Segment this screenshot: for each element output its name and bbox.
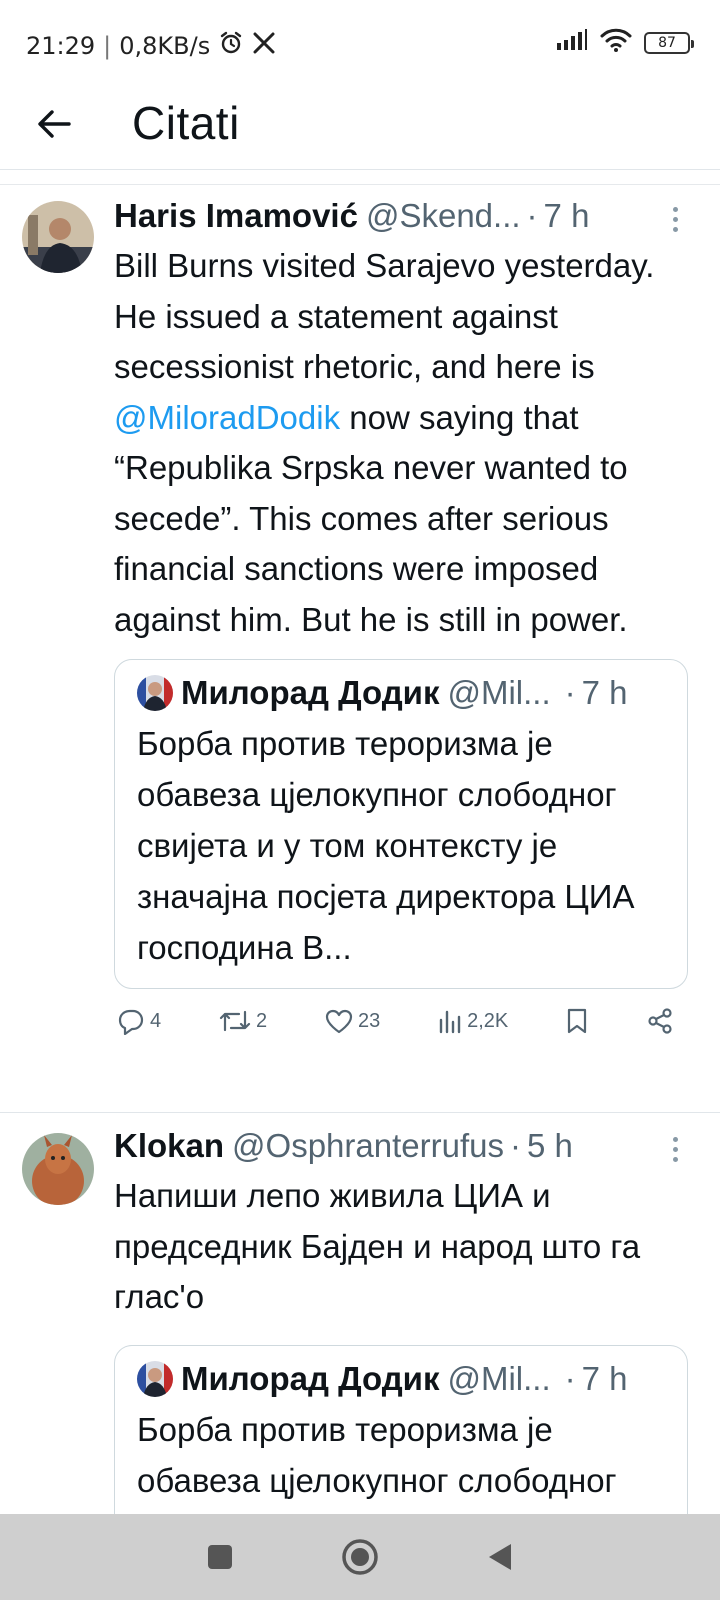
- wifi-icon: [600, 28, 632, 57]
- bookmark-button[interactable]: [565, 1007, 589, 1035]
- status-left: 21:29 | 0,8KB/s: [26, 30, 276, 62]
- quotes-feed[interactable]: Haris Imamović @Skend... · 7 h Bill Burn…: [0, 184, 720, 1514]
- home-button[interactable]: [330, 1527, 390, 1587]
- triangle-back-icon: [489, 1544, 511, 1570]
- x-logo-icon: [252, 31, 276, 61]
- status-speed: 0,8KB/s: [119, 32, 211, 60]
- views-button[interactable]: 2,2K: [437, 1008, 508, 1034]
- heart-icon: [325, 1009, 353, 1034]
- reply-count: 4: [150, 1009, 162, 1032]
- quoted-author-handle: @Mil...: [447, 674, 551, 711]
- battery-icon: 87: [644, 31, 694, 54]
- arrow-left-icon: [38, 110, 71, 138]
- tweet-header: Klokan @Osphranterrufus · 5 h: [114, 1121, 690, 1171]
- status-time: 21:29: [26, 32, 96, 60]
- quoted-tweet-header: Милорад Додик @Mil... · 7 h: [137, 1354, 667, 1404]
- tweet-actions: 4 2 23 2,2K: [114, 1007, 674, 1035]
- quoted-tweet-header: Милорад Додик @Mil... · 7 h: [137, 668, 667, 718]
- status-divider: |: [103, 32, 112, 60]
- reply-button[interactable]: 4: [116, 1007, 161, 1035]
- repost-icon: [219, 1010, 251, 1032]
- repost-button[interactable]: 2: [218, 1008, 267, 1034]
- tweet-text: Напиши лепо живила ЦИА и председник Бајд…: [114, 1177, 641, 1315]
- bookmark-icon: [567, 1008, 587, 1034]
- mention-link[interactable]: @MiloradDodik: [114, 399, 340, 436]
- like-button[interactable]: 23: [324, 1008, 380, 1034]
- tweet-time: 5 h: [526, 1127, 573, 1164]
- avatar[interactable]: [22, 201, 94, 273]
- status-bar: 21:29 | 0,8KB/s 87: [0, 0, 720, 88]
- tweet-body: Klokan @Osphranterrufus · 5 h Напиши леп…: [114, 1121, 690, 1514]
- reply-icon: [118, 1009, 144, 1035]
- status-right: 87: [556, 28, 694, 57]
- page-title: Citati: [132, 97, 240, 149]
- alarm-icon: [218, 30, 244, 62]
- more-options-icon[interactable]: [660, 199, 690, 239]
- quoted-tweet-text: Борба против тероризма је обавеза цјелок…: [137, 725, 635, 966]
- separator: ·: [509, 1127, 521, 1164]
- quoted-tweet[interactable]: Милорад Додик @Mil... · 7 h Борба против…: [114, 659, 688, 989]
- square-icon: [208, 1545, 232, 1569]
- view-count: 2,2K: [467, 1009, 509, 1032]
- signal-icon: [556, 29, 588, 56]
- quoted-tweet[interactable]: Милорад Додик @Mil... · 7 h Борба против…: [114, 1344, 688, 1515]
- back-button[interactable]: [30, 100, 78, 148]
- separator: ·: [564, 674, 576, 711]
- author-name[interactable]: Klokan: [114, 1121, 224, 1171]
- separator: ·: [564, 1359, 576, 1397]
- quoted-avatar: [137, 1360, 173, 1397]
- tweet-text-part: Bill Burns visited Sarajevo yesterday. H…: [114, 247, 655, 385]
- quoted-author-name: Милорад Додик: [181, 674, 440, 711]
- recents-button[interactable]: [190, 1527, 250, 1587]
- more-options-icon[interactable]: [660, 1129, 690, 1169]
- share-button[interactable]: [646, 1007, 674, 1035]
- page-header: Citati: [0, 88, 720, 170]
- quoted-tweet-text: Борба против тероризма је обавеза цјелок…: [137, 1410, 617, 1515]
- quoted-avatar: [137, 675, 173, 711]
- quoted-tweet-time: 7 h: [581, 674, 628, 711]
- circle-icon: [342, 1539, 378, 1575]
- tweet-header: Haris Imamović @Skend... · 7 h: [114, 191, 690, 241]
- tweet-text: Bill Burns visited Sarajevo yesterday. H…: [114, 241, 690, 645]
- author-handle[interactable]: @Skend...: [366, 191, 521, 241]
- battery-level: 87: [658, 34, 676, 51]
- quoted-author-name: Милорад Додик: [181, 1359, 440, 1397]
- quoted-author-handle: @Mil...: [447, 1359, 551, 1397]
- avatar[interactable]: [22, 1133, 94, 1205]
- like-count: 23: [357, 1009, 381, 1032]
- tweet[interactable]: Klokan @Osphranterrufus · 5 h Напиши леп…: [0, 1113, 720, 1514]
- share-icon: [648, 1008, 672, 1034]
- back-nav-button[interactable]: [470, 1527, 530, 1587]
- author-name[interactable]: Haris Imamović: [114, 191, 358, 241]
- quoted-tweet-time: 7 h: [581, 1359, 628, 1397]
- tweet-time: 7 h: [543, 197, 590, 234]
- author-handle[interactable]: @Osphranterrufus: [232, 1121, 504, 1171]
- separator: ·: [526, 197, 538, 234]
- tweet-body: Haris Imamović @Skend... · 7 h Bill Burn…: [114, 191, 690, 1035]
- system-nav-bar: [0, 1514, 720, 1600]
- tweet[interactable]: Haris Imamović @Skend... · 7 h Bill Burn…: [0, 185, 720, 1113]
- views-icon: [439, 1010, 461, 1034]
- repost-count: 2: [255, 1009, 268, 1032]
